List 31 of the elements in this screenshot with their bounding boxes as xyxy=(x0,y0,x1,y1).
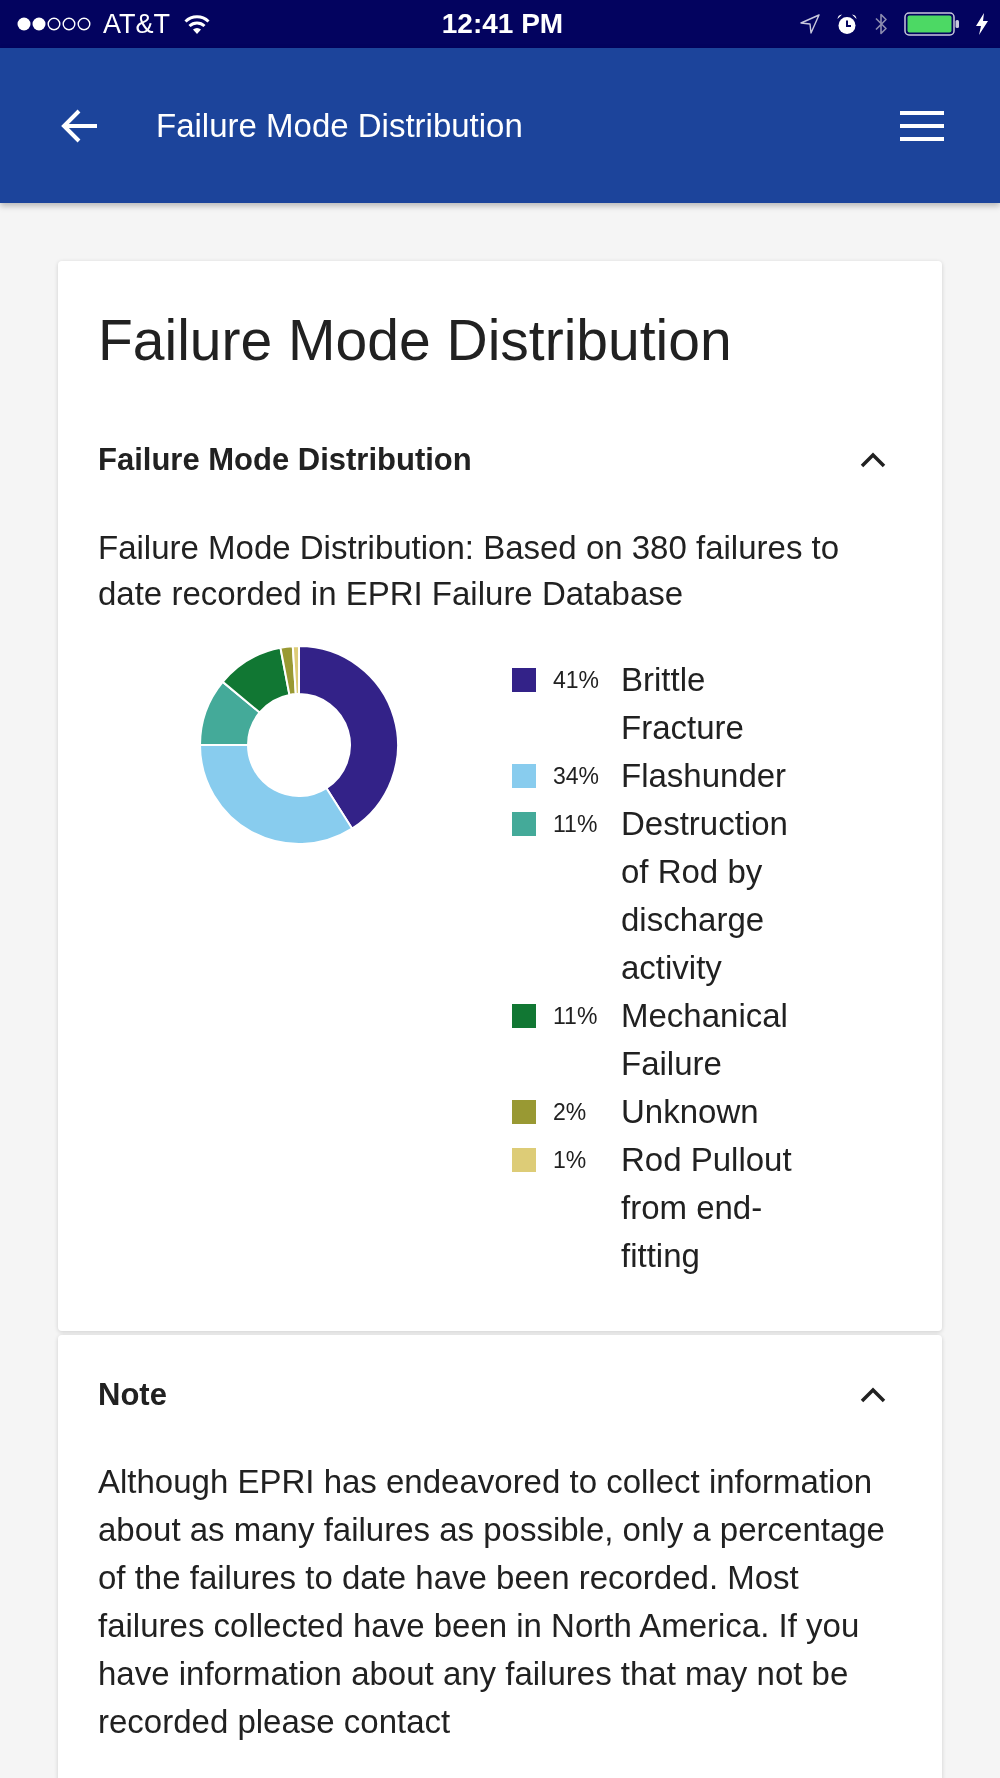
signal-strength-icon xyxy=(17,17,91,31)
legend-percent: 41% xyxy=(553,666,601,695)
chart-description: Failure Mode Distribution: Based on 380 failures to date recorded in EPRI Failure Database xyxy=(98,528,841,614)
legend-label: Flashunder xyxy=(621,756,788,796)
legend-percent: 11% xyxy=(553,810,599,839)
menu-icon xyxy=(900,110,944,141)
app-bar-title: Failure Mode Distribution xyxy=(156,105,523,146)
legend-label: Mechanical Failure xyxy=(621,996,789,1084)
legend-label: Rod Pullout from end-fitting xyxy=(621,1140,793,1276)
legend-label: Brittle Fracture xyxy=(621,660,745,748)
battery-icon xyxy=(904,12,960,36)
arrow-left-icon xyxy=(60,108,98,143)
legend-percent: 11% xyxy=(553,1002,599,1031)
alarm-clock-icon xyxy=(836,13,858,35)
legend-percent: 34% xyxy=(553,762,601,791)
legend-percent: 1% xyxy=(553,1146,588,1175)
chevron-up-icon xyxy=(859,1386,887,1404)
charging-bolt-icon xyxy=(976,13,988,35)
location-arrow-icon xyxy=(800,14,820,34)
status-time: 12:41 PM xyxy=(441,8,564,40)
section-title: Note xyxy=(98,1376,167,1414)
bluetooth-icon xyxy=(874,12,888,36)
note-text: Although EPRI has endeavored to collect information about as many failures as possible, only a percentage of the failures to date have been recorded. Most failures collected have been in North America. If you have information about any failures that may not be recorded please contact xyxy=(98,1462,886,1742)
carrier-name: AT&T xyxy=(103,8,170,40)
legend-label: Destruction of Rod by discharge activity xyxy=(621,804,789,988)
section-title: Failure Mode Distribution xyxy=(98,441,472,479)
legend-percent: 2% xyxy=(553,1098,588,1127)
wifi-icon xyxy=(184,14,210,34)
chevron-up-icon xyxy=(859,451,887,469)
page-title: Failure Mode Distribution xyxy=(98,307,733,374)
legend-label: Unknown xyxy=(621,1092,760,1132)
